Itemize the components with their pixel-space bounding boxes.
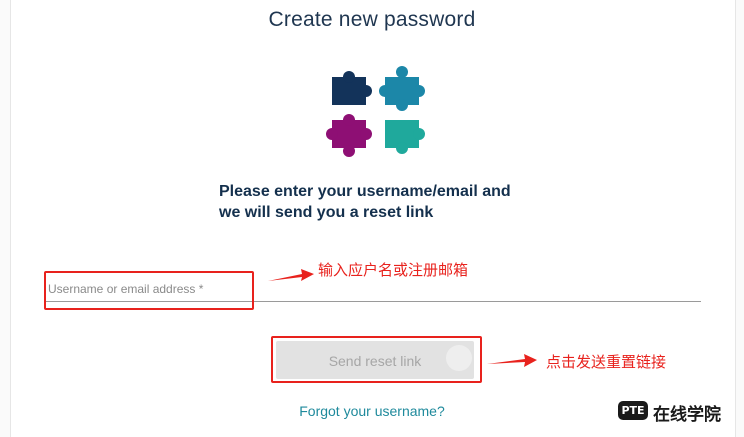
input-hint-annotation: 输入应户名或注册邮箱 — [318, 261, 469, 279]
red-arrow-icon — [487, 354, 537, 367]
heading-line-2: we will send you a reset link — [219, 204, 434, 221]
button-highlight-box — [271, 336, 482, 383]
heading-line-1: Please enter your username/email and — [219, 183, 511, 200]
puzzle-pieces-icon — [326, 66, 425, 157]
watermark-badge: PTE — [618, 401, 648, 420]
forgot-username-link[interactable]: Forgot your username? — [299, 403, 445, 419]
button-hint-annotation: 点击发送重置链接 — [546, 353, 667, 371]
watermark-text: 在线学院 — [653, 405, 721, 425]
red-arrow-icon — [268, 269, 314, 281]
page-title: Create new password — [268, 8, 476, 31]
instruction-heading: Please enter your username/email and we … — [219, 181, 549, 223]
input-highlight-box — [44, 271, 254, 310]
